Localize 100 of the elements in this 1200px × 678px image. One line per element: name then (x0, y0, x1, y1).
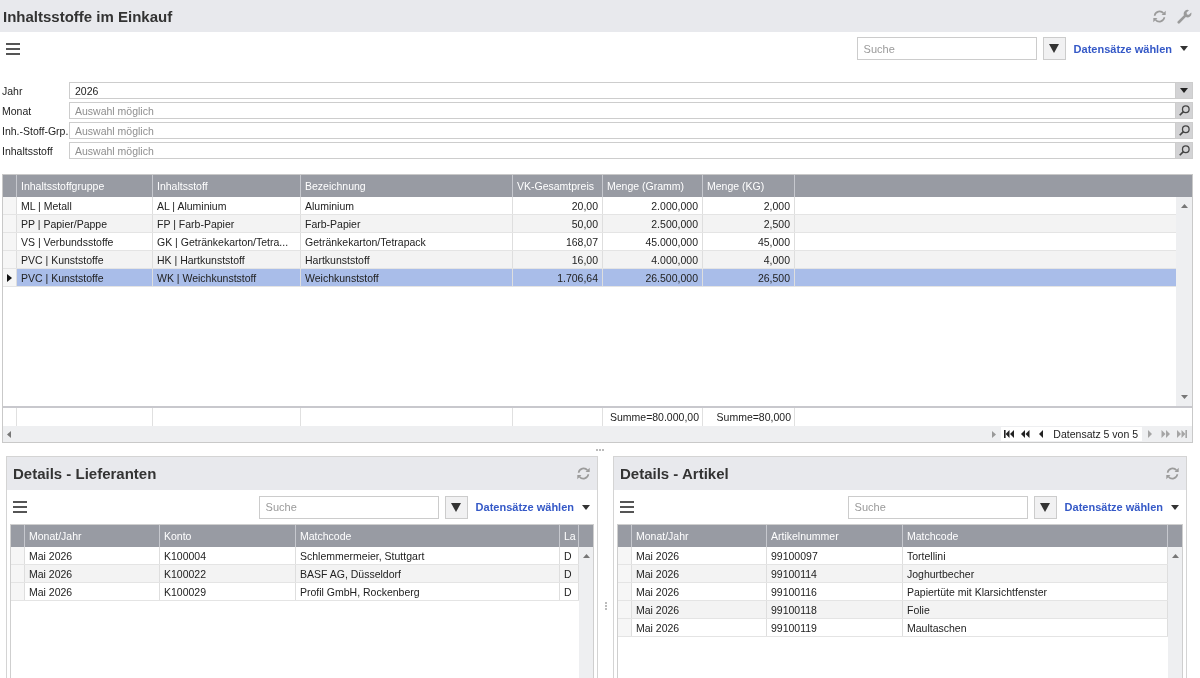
records-link[interactable]: Datensätze wählen (475, 501, 574, 513)
table-row[interactable]: PVC | Kunststoffe HK | Hartkunststoff Hartkunststoff 16,00 4.000,000 4,000 (3, 251, 1176, 269)
table-cell: Profil GmbH, Rockenberg (296, 583, 560, 600)
refresh-icon[interactable] (576, 466, 591, 481)
search-icon (1178, 125, 1190, 136)
scroll-left-icon[interactable] (7, 430, 11, 438)
table-cell: Getränkekarton/Tetrapack (301, 233, 513, 250)
dropdown-button[interactable] (1175, 82, 1193, 99)
caret-down-icon[interactable] (1171, 504, 1179, 510)
table-cell: Mai 2026 (25, 583, 160, 600)
table-row[interactable]: ML | Metall AL | Aluminium Aluminium 20,00 2.000,000 2,000 (3, 197, 1176, 215)
scroll-up-icon[interactable] (1180, 204, 1188, 208)
table-row[interactable]: Mai 2026 K100004 Schlemmermeier, Stuttgart D (11, 547, 579, 565)
table-cell: Hartkunststoff (301, 251, 513, 268)
table-row[interactable]: Mai 2026 K100022 BASF AG, Düsseldorf D (11, 565, 579, 583)
vertical-scrollbar[interactable] (579, 547, 593, 678)
scroll-down-icon[interactable] (1180, 395, 1188, 399)
table-row[interactable]: Mai 2026 K100029 Profil GmbH, Rockenberg D (11, 583, 579, 601)
row-pointer-icon (7, 273, 12, 282)
table-cell: 1.706,64 (513, 269, 603, 286)
filter-button[interactable] (444, 495, 468, 519)
menu-icon[interactable] (13, 501, 27, 513)
search-field[interactable]: Suche (856, 37, 1037, 60)
scroll-up-icon[interactable] (1171, 554, 1179, 558)
table-cell: K100022 (160, 565, 296, 582)
table-row[interactable]: Mai 2026 99100119 Maultaschen (618, 619, 1168, 637)
table-cell: Farb-Papier (301, 215, 513, 232)
input-field[interactable]: Auswahl möglich (69, 122, 1175, 139)
panel-title: Details - Lieferanten (13, 465, 158, 482)
grip-icon[interactable] (596, 448, 604, 451)
grip-icon[interactable] (604, 602, 607, 610)
table-cell: HK | Hartkunststoff (153, 251, 301, 268)
table-cell: 26,500 (703, 269, 795, 286)
table-cell: K100004 (160, 547, 296, 564)
caret-down-icon[interactable] (1180, 46, 1188, 51)
scroll-right-icon[interactable] (992, 430, 997, 438)
table-cell: 168,07 (513, 233, 603, 250)
records-link[interactable]: Datensätze wählen (1064, 501, 1163, 513)
table-row[interactable]: PVC | Kunststoffe WK | Weichkunststoff Weichkunststoff 1.706,64 26.500,000 26,500 (3, 269, 1176, 287)
scroll-up-icon[interactable] (582, 554, 590, 558)
search-button[interactable] (1175, 142, 1193, 159)
table-cell: 50,00 (513, 215, 603, 232)
window-title: Inhaltsstoffe im Einkauf (3, 7, 174, 25)
wrench-icon[interactable] (1177, 8, 1192, 24)
table-cell: 45.000,000 (603, 233, 703, 250)
filter-button[interactable] (1042, 37, 1066, 60)
table-cell: 16,00 (513, 251, 603, 268)
table-row[interactable]: Mai 2026 99100097 Tortellini (618, 547, 1168, 565)
table-cell: 20,00 (513, 197, 603, 214)
table-cell: 99100119 (767, 619, 903, 636)
table-cell: 2,000 (703, 197, 795, 214)
table-cell: Mai 2026 (25, 547, 160, 564)
table-cell: 45,000 (703, 233, 795, 250)
vertical-scrollbar[interactable] (1168, 547, 1182, 678)
caret-down-icon[interactable] (582, 504, 590, 510)
table-row[interactable]: Mai 2026 99100114 Joghurtbecher (618, 565, 1168, 583)
menu-icon[interactable] (620, 501, 634, 513)
table-cell: 2.000,000 (603, 197, 703, 214)
menu-icon[interactable] (6, 42, 20, 55)
search-icon (1178, 145, 1190, 156)
search-field[interactable]: Suche (258, 495, 439, 519)
table-cell: Mai 2026 (25, 565, 160, 582)
table-cell: WK | Weichkunststoff (153, 269, 301, 286)
table-cell: 99100118 (767, 601, 903, 618)
first-page-icon[interactable] (1004, 430, 1015, 438)
field-label: Jahr (2, 84, 24, 97)
field-label: Inh.-Stoff-Grp. (2, 124, 69, 137)
search-button[interactable] (1175, 122, 1193, 139)
table-row[interactable]: PP | Papier/Pappe FP | Farb-Papier Farb-Papier 50,00 2.500,000 2,500 (3, 215, 1176, 233)
input-field[interactable]: 2026 (69, 82, 1175, 99)
filter-button[interactable] (1033, 495, 1057, 519)
table-cell: Aluminium (301, 197, 513, 214)
table-cell: PVC | Kunststoffe (17, 251, 153, 268)
table-cell: Mai 2026 (632, 619, 767, 636)
table-cell: 99100097 (767, 547, 903, 564)
table-cell: PP | Papier/Pappe (17, 215, 153, 232)
table-cell: 99100114 (767, 565, 903, 582)
records-link[interactable]: Datensätze wählen (1073, 42, 1172, 55)
table-cell: 26.500,000 (603, 269, 703, 286)
search-icon (1178, 105, 1190, 116)
table-row[interactable]: VS | Verbundsstoffe GK | Getränkekarton/Tetra... Getränkekarton/Tetrapack 168,07 45.000,000 45,000 (3, 233, 1176, 251)
table-cell: ML | Metall (17, 197, 153, 214)
table-cell: BASF AG, Düsseldorf (296, 565, 560, 582)
table-cell: 2,500 (703, 215, 795, 232)
previous-page-icon[interactable] (1020, 430, 1031, 438)
table-cell: 99100116 (767, 583, 903, 600)
search-button[interactable] (1175, 102, 1193, 119)
search-field[interactable]: Suche (847, 495, 1028, 519)
table-row[interactable]: Mai 2026 99100118 Folie (618, 601, 1168, 619)
table-row[interactable]: Mai 2026 99100116 Papiertüte mit Klarsichtfenster (618, 583, 1168, 601)
refresh-icon[interactable] (1165, 466, 1180, 481)
input-field[interactable]: Auswahl möglich (69, 142, 1175, 159)
triangle-down-icon (1040, 502, 1051, 512)
table-cell: Mai 2026 (632, 583, 767, 600)
refresh-icon[interactable] (1152, 8, 1167, 24)
vertical-scrollbar[interactable] (1176, 197, 1192, 406)
table-cell: 4.000,000 (603, 251, 703, 268)
table-cell: 4,000 (703, 251, 795, 268)
input-field[interactable]: Auswahl möglich (69, 102, 1175, 119)
field-label: Monat (2, 104, 33, 117)
